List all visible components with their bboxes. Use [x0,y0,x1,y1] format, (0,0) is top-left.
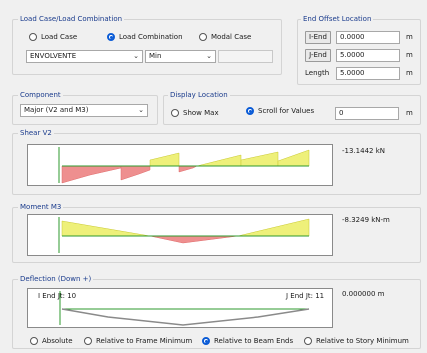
scroll-values-radio-label: Scroll for Values [258,107,315,115]
moment-positive-region [237,218,310,237]
location-field[interactable]: 0 [335,107,399,120]
shear-positive-region [196,154,242,167]
shear-value: -13.1442 kN [342,147,385,155]
jend-unit: m [406,51,413,59]
absolute-radio-icon [30,337,38,345]
moment-negative-region [149,235,239,244]
modal-case-radio[interactable]: Modal Case [199,33,251,41]
iend-joint-label: I End Jt: 10 [38,292,77,300]
shear-title: Shear V2 [18,129,54,138]
moment-positive-region [61,220,151,237]
shear-positive-region [240,151,279,167]
load-combination-radio-icon [107,33,115,41]
extra-field [218,50,273,63]
scroll-values-radio[interactable]: Scroll for Values [246,107,314,115]
moment-plot[interactable] [27,214,333,256]
length-field[interactable]: 5.0000 [336,67,400,80]
relative-story-min-radio-label: Relative to Story Minimum [316,337,409,345]
load-combination-radio-label: Load Combination [119,33,183,41]
shear-plot[interactable] [27,144,333,186]
relative-story-min-radio[interactable]: Relative to Story Minimum [304,337,409,345]
relative-beam-ends-radio[interactable]: Relative to Beam Ends [202,337,293,345]
length-unit: m [406,69,413,77]
deflection-plot[interactable]: I End Jt: 10 J End Jt: 11 [27,288,333,328]
relative-beam-ends-radio-icon [202,337,210,345]
iend-field[interactable]: 0.0000 [336,31,400,44]
relative-beam-ends-radio-label: Relative to Beam Ends [214,337,294,345]
minmax-select-value: Min [149,52,162,60]
scroll-values-radio-icon [246,107,254,115]
show-max-radio[interactable]: Show Max [171,109,219,117]
length-label: Length [305,69,330,77]
moment-title: Moment M3 [18,203,64,212]
component-select[interactable]: Major (V2 and M3) ⌄ [20,104,148,117]
chevron-down-icon: ⌄ [133,52,139,60]
load-case-radio-label: Load Case [41,33,78,41]
chevron-down-icon: ⌄ [138,106,144,114]
load-case-title: Load Case/Load Combination [18,15,125,24]
modal-case-radio-label: Modal Case [211,33,252,41]
shear-negative-region [61,165,122,184]
jend-button[interactable]: J-End [305,49,331,62]
load-case-radio[interactable]: Load Case [29,33,77,41]
end-offset-title: End Offset Location [301,15,374,24]
shear-negative-region [178,165,198,173]
shear-positive-region [149,152,180,167]
load-combination-radio[interactable]: Load Combination [107,33,183,41]
iend-button[interactable]: I-End [305,31,331,44]
shear-positive-region [277,149,310,167]
location-unit: m [406,109,413,117]
absolute-radio-label: Absolute [42,337,73,345]
jend-field[interactable]: 5.0000 [336,49,400,62]
relative-story-min-radio-icon [304,337,312,345]
minmax-select[interactable]: Min ⌄ [145,50,216,63]
chevron-down-icon: ⌄ [206,52,212,60]
absolute-radio[interactable]: Absolute [30,337,73,345]
combination-select-value: ENVOLVENTE [30,52,77,60]
deflection-value: 0.000000 m [342,290,385,298]
jend-joint-label: J End Jt: 11 [286,292,325,300]
relative-frame-min-radio[interactable]: Relative to Frame Minimum [84,337,192,345]
shear-negative-region [120,165,151,181]
moment-value: -8.3249 kN-m [342,216,390,224]
deflection-curve [61,308,310,326]
component-title: Component [18,91,63,100]
show-max-radio-icon [171,109,179,117]
modal-case-radio-icon [199,33,207,41]
display-location-title: Display Location [168,91,230,100]
iend-unit: m [406,33,413,41]
relative-frame-min-radio-label: Relative to Frame Minimum [96,337,193,345]
load-case-radio-icon [29,33,37,41]
relative-frame-min-radio-icon [84,337,92,345]
show-max-radio-label: Show Max [183,109,219,117]
combination-select[interactable]: ENVOLVENTE ⌄ [26,50,143,63]
load-case-group [12,19,282,75]
component-select-value: Major (V2 and M3) [24,106,89,114]
deflection-title: Deflection (Down +) [18,275,94,284]
